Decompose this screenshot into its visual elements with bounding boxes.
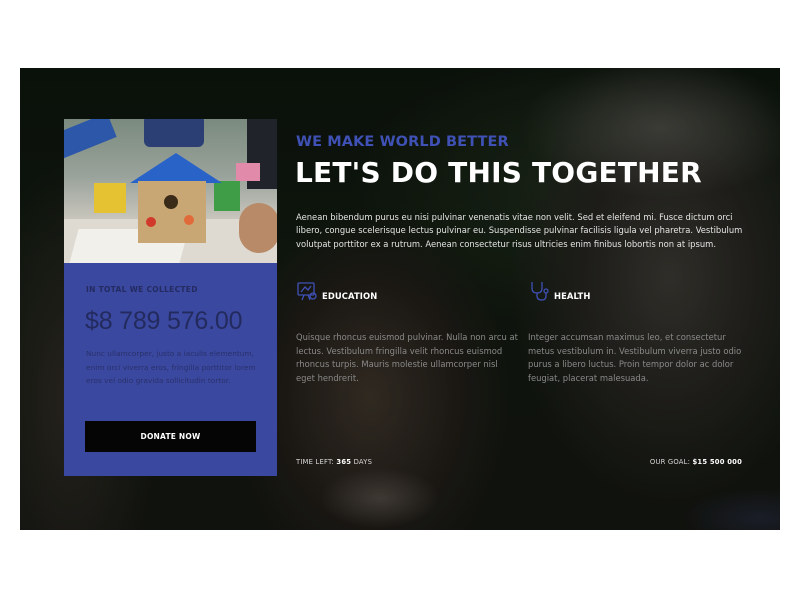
time-left: TIME LEFT: 365 DAYS	[296, 458, 372, 466]
goal-label: OUR GOAL:	[649, 458, 691, 466]
intro-paragraph: Aenean bibendum purus eu nisi pulvinar v…	[296, 212, 743, 249]
card-description: Nunc ullamcorper, justo a iaculis elemen…	[86, 349, 256, 385]
feature-title: EDUCATION	[322, 291, 378, 301]
birdhouse-photo	[64, 119, 277, 263]
page-title: LET'S DO THIS TOGETHER	[295, 156, 702, 189]
our-goal: OUR GOAL: $15 500 000	[650, 458, 742, 466]
time-left-label: TIME LEFT:	[296, 458, 335, 466]
stethoscope-icon	[528, 280, 550, 302]
feature-text: Quisque rhoncus euismod pulvinar. Nulla …	[296, 332, 518, 383]
time-left-unit: DAYS	[353, 458, 373, 466]
collected-amount: $8 789 576.00	[85, 307, 243, 335]
feature-text: Integer accumsan maximus leo, et consect…	[528, 332, 742, 383]
feature-title: HEALTH	[554, 291, 591, 301]
donate-now-button[interactable]: DONATE NOW	[85, 421, 256, 452]
goal-value: $15 500 000	[692, 458, 742, 466]
education-icon	[296, 280, 318, 302]
donation-card: IN TOTAL WE COLLECTED $8 789 576.00 Nunc…	[64, 263, 277, 476]
collected-label: IN TOTAL WE COLLECTED	[86, 285, 198, 294]
section-kicker: WE MAKE WORLD BETTER	[296, 134, 509, 150]
hero-section: IN TOTAL WE COLLECTED $8 789 576.00 Nunc…	[20, 68, 780, 530]
time-left-value: 365	[336, 458, 352, 466]
